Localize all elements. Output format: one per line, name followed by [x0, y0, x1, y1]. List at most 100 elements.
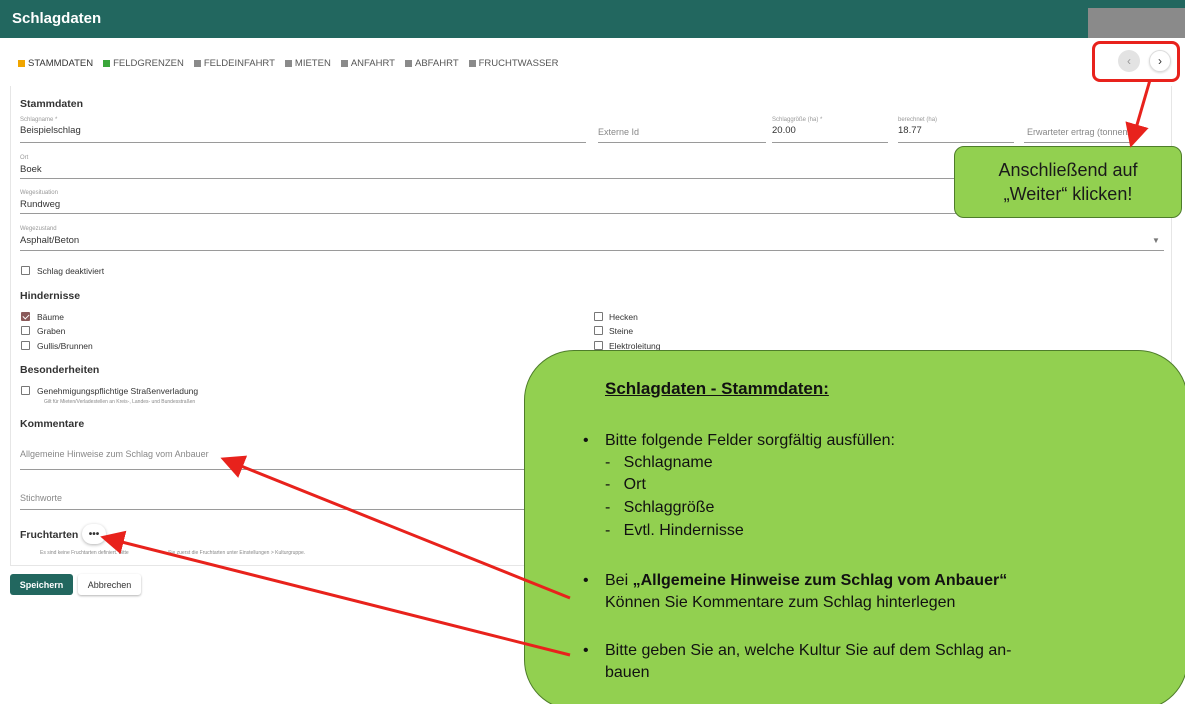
callout-bullet-2-line2: Können Sie Kommentare zum Schlag hinterl…	[605, 594, 956, 611]
schlagname-underline	[20, 142, 586, 143]
tab-stammdaten[interactable]: STAMMDATEN	[18, 56, 93, 70]
callout-sub-4: - Evtl. Hindernisse	[605, 522, 744, 539]
callout-bullet-2: • Bei „Allgemeine Hinweise zum Schlag vo…	[583, 571, 1008, 591]
callout-sub-3-text: Schlaggröße	[623, 499, 715, 516]
callout-sub-2: - Ort	[605, 476, 646, 493]
externe-id-underline	[598, 142, 766, 143]
label-graben: Graben	[37, 326, 66, 336]
cancel-button[interactable]: Abbrechen	[78, 574, 141, 595]
externe-id-field[interactable]: Externe Id	[598, 127, 639, 137]
checkbox-baeume[interactable]	[21, 312, 30, 321]
label-steine: Steine	[609, 326, 634, 336]
checkbox-gullis-brunnen[interactable]	[21, 341, 30, 350]
page-title: Schlagdaten	[12, 10, 102, 27]
schlag-deaktiviert-checkbox[interactable]	[21, 266, 30, 275]
tab-marker-icon	[18, 59, 25, 67]
schlagname-label: Schlagname *	[20, 117, 58, 123]
ertrag-underline	[1024, 142, 1134, 143]
checkbox-elektroleitung[interactable]	[594, 341, 603, 350]
more-dots-icon: •••	[88, 528, 100, 540]
callout-bullet-2-bold: „Allgemeine Hinweise zum Schlag vom Anba…	[632, 572, 1008, 589]
tab-label: STAMMDATEN	[28, 57, 94, 69]
checkbox-graben[interactable]	[21, 326, 30, 335]
callout-instructions: Schlagdaten - Stammdaten: • Bitte folgen…	[524, 350, 1185, 704]
ertrag-field[interactable]: Erwarteter ertrag (tonnen/ha)	[1027, 127, 1135, 137]
callout-bullet-2-prefix: Bei	[605, 572, 633, 589]
callout-bullet-3-line2: bauen	[605, 664, 650, 681]
tab-label: MIETEN	[294, 57, 331, 69]
schlaggroesse-label: Schlaggröße (ha) *	[772, 117, 823, 123]
header-user-area[interactable]	[1088, 8, 1185, 38]
callout-sub-2-text: Ort	[623, 476, 646, 493]
label-gullis-brunnen: Gullis/Brunnen	[37, 341, 93, 351]
app-header: Schlagdaten	[0, 0, 1185, 38]
bullet-icon: •	[583, 642, 589, 659]
save-button[interactable]: Speichern	[10, 574, 73, 595]
callout-next-hint: Anschließend auf „Weiter“ klicken!	[954, 146, 1182, 218]
wegezustand-label: Wegezustand	[20, 226, 57, 232]
label-strassenverladung: Genehmigungspflichtige Straßenverladung	[37, 386, 199, 396]
tab-label: FRUCHTWASSER	[478, 57, 559, 69]
tab-marker-icon	[468, 59, 476, 67]
section-heading-besonderheiten: Besonderheiten	[20, 364, 100, 376]
wegesituation-label: Wegesituation	[20, 190, 58, 196]
next-button-highlight	[1092, 41, 1180, 82]
checkbox-hecken[interactable]	[594, 312, 603, 321]
label-baeume: Bäume	[37, 312, 64, 322]
tab-abfahrt[interactable]: ABFAHRT	[404, 56, 459, 70]
callout-sub-1: - Schlagname	[605, 454, 713, 471]
section-heading-fruchtarten: Fruchtarten	[20, 529, 79, 541]
ort-field[interactable]: Boek	[20, 164, 42, 175]
tab-marker-icon	[193, 59, 201, 67]
tab-marker-icon	[404, 59, 412, 67]
wegezustand-select[interactable]: Asphalt/Beton	[20, 235, 79, 246]
berechnet-label: berechnet (ha)	[898, 117, 938, 123]
strassenverladung-note: Gilt für Mieten/Verladestellen an Kreis-…	[44, 399, 196, 405]
callout-bullet-3: • Bitte geben Sie an, welche Kultur Sie …	[583, 641, 1012, 661]
callout-next-line2: „Weiter“ klicken!	[1003, 184, 1133, 204]
checkbox-strassenverladung[interactable]	[21, 386, 30, 395]
wegezustand-underline	[20, 250, 1164, 251]
stichworte-field[interactable]: Stichworte	[20, 493, 62, 503]
section-heading-hindernisse: Hindernisse	[20, 290, 81, 302]
dropdown-caret-icon[interactable]: ▼	[1152, 236, 1160, 245]
callout-bullet-1: • Bitte folgende Felder sorgfältig ausfü…	[583, 431, 895, 451]
callout-bullet-3-text: Bitte geben Sie an, welche Kultur Sie au…	[605, 642, 1012, 659]
tab-marker-icon	[103, 59, 111, 67]
section-heading-stammdaten: Stammdaten	[20, 98, 84, 110]
tab-label: FELDGRENZEN	[113, 57, 184, 69]
more-options-button[interactable]: •••	[82, 524, 106, 544]
tab-marker-icon	[284, 59, 292, 67]
hinweise-field[interactable]: Allgemeine Hinweise zum Schlag vom Anbau…	[20, 449, 209, 459]
tab-bar: STAMMDATEN FELDGRENZEN FELDEINFAHRT MIET…	[18, 56, 559, 70]
callout-sub-1-text: Schlagname	[623, 454, 713, 471]
wegesituation-field[interactable]: Rundweg	[20, 199, 60, 210]
checkbox-steine[interactable]	[594, 326, 603, 335]
fruchtarten-note-right: Sie zuerst die Fruchtarten unter Einstel…	[168, 550, 306, 556]
schlaggroesse-underline	[772, 142, 888, 143]
fruchtarten-note-left: Es sind keine Fruchtarten definiert. Bit…	[40, 550, 129, 556]
hinweise-underline	[20, 469, 525, 470]
tab-fruchtwasser[interactable]: FRUCHTWASSER	[468, 56, 559, 70]
tab-feldgrenzen[interactable]: FELDGRENZEN	[103, 56, 184, 70]
bullet-icon: •	[583, 572, 589, 589]
ort-label: Ort	[20, 155, 29, 161]
ort-underline	[20, 178, 960, 179]
tab-marker-icon	[340, 59, 348, 67]
tab-feldeinfahrt[interactable]: FELDEINFAHRT	[193, 56, 275, 70]
wegesituation-underline	[20, 213, 960, 214]
schlaggroesse-field[interactable]: 20.00	[772, 125, 796, 136]
berechnet-value: 18.77	[898, 125, 922, 136]
callout-sub-4-text: Evtl. Hindernisse	[623, 522, 744, 539]
tab-anfahrt[interactable]: ANFAHRT	[340, 56, 395, 70]
schlagname-field[interactable]: Beispielschlag	[20, 125, 81, 136]
bullet-icon: •	[583, 432, 589, 449]
tab-mieten[interactable]: MIETEN	[284, 56, 331, 70]
callout-next-line1: Anschließend auf	[998, 160, 1138, 180]
tab-label: FELDEINFAHRT	[203, 57, 275, 69]
callout-title: Schlagdaten - Stammdaten:	[605, 379, 829, 398]
tab-label: ANFAHRT	[350, 57, 395, 69]
label-hecken: Hecken	[609, 312, 638, 322]
callout-sub-3: - Schlaggröße	[605, 499, 715, 516]
callout-bullet-1-text: Bitte folgende Felder sorgfältig ausfüll…	[605, 432, 895, 449]
